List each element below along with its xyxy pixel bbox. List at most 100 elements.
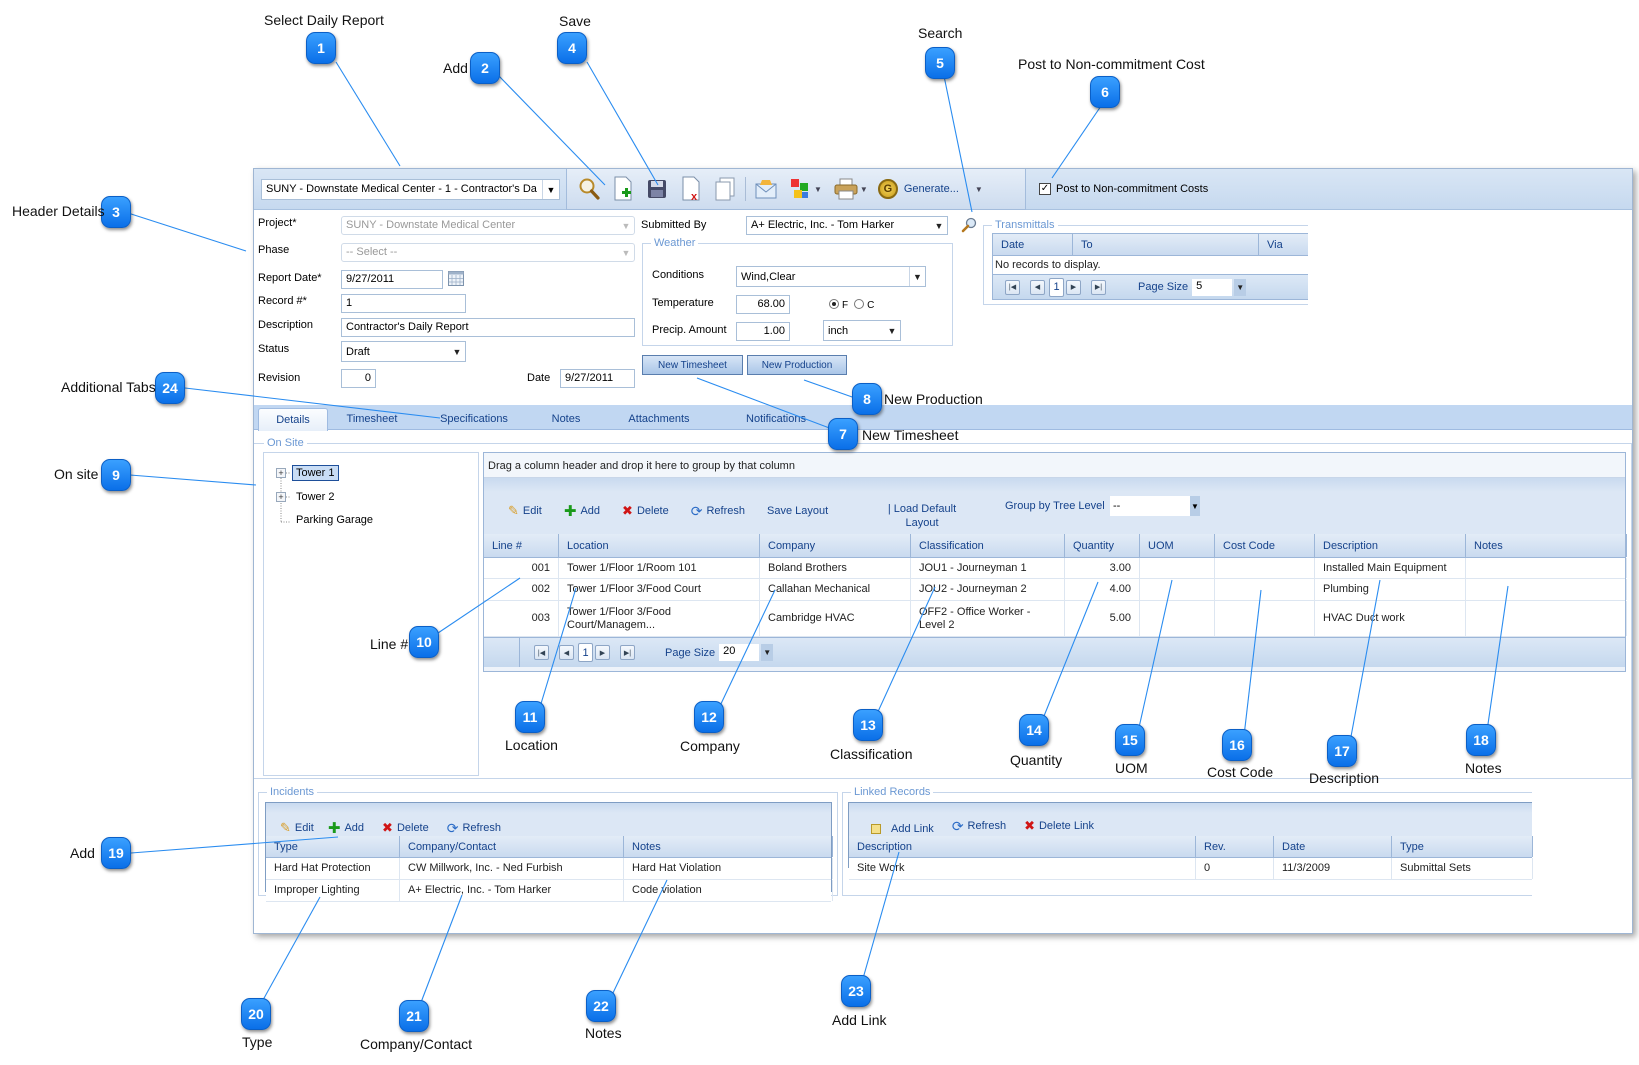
last-page-icon[interactable]: ▶| (1091, 279, 1106, 295)
add-button[interactable]: ✚ Add (564, 502, 600, 520)
generate-button[interactable]: G Generate... ▼ (877, 179, 993, 199)
column-header-location[interactable]: Location (559, 534, 760, 557)
column-header-date[interactable]: Date (993, 234, 1073, 255)
workflow-icon[interactable] (786, 175, 814, 203)
table-row[interactable]: Improper Lighting A+ Electric, Inc. - Tom… (266, 880, 833, 902)
date-input[interactable]: 9/27/2011 (560, 369, 635, 388)
tree-node-tower-1[interactable]: + Tower 1 (276, 465, 339, 481)
print-icon[interactable] (832, 175, 860, 203)
add-link-button[interactable]: Add Link (871, 823, 934, 835)
tree-node-parking-garage[interactable]: Parking Garage (296, 514, 373, 526)
incident-add-button[interactable]: ✚ Add (328, 819, 364, 837)
chevron-down-icon[interactable]: ▼ (931, 217, 947, 234)
radio-celsius[interactable] (854, 299, 865, 309)
first-page-icon[interactable]: |◀ (534, 645, 549, 660)
incident-refresh-button[interactable]: ⟳ Refresh (447, 820, 501, 837)
tree-node-label[interactable]: Parking Garage (296, 514, 373, 526)
page-size-select[interactable]: 5 ▼ (1192, 278, 1247, 296)
tab-details[interactable]: Details (258, 408, 328, 431)
column-header-notes[interactable]: Notes (1466, 534, 1627, 557)
temperature-input[interactable]: 68.00 (736, 295, 790, 314)
table-row[interactable]: 003 Tower 1/Floor 3/Food Court/Managem...… (484, 601, 1627, 637)
save-layout-button[interactable]: Save Layout (767, 505, 828, 517)
new-production-button[interactable]: New Production (747, 355, 847, 375)
tab-timesheet[interactable]: Timesheet (332, 408, 412, 430)
column-header-via[interactable]: Via (1259, 234, 1309, 255)
incident-edit-button[interactable]: ✎ Edit (280, 820, 314, 836)
delete-button[interactable]: ✖ Delete (622, 503, 669, 519)
column-header-uom[interactable]: UOM (1140, 534, 1215, 557)
last-page-icon[interactable]: ▶| (620, 645, 635, 660)
table-row[interactable]: 002 Tower 1/Floor 3/Food Court Callahan Me… (484, 579, 1627, 601)
column-header-line[interactable]: Line # (484, 534, 559, 557)
tree-node-label[interactable]: Tower 2 (292, 490, 339, 504)
expand-icon[interactable]: + (276, 492, 286, 502)
column-header-company-contact[interactable]: Company/Contact (400, 836, 624, 857)
chevron-down-icon[interactable]: ▼ (1234, 278, 1247, 296)
search-icon[interactable] (575, 175, 603, 203)
tab-specifications[interactable]: Specifications (419, 408, 529, 430)
incident-delete-button[interactable]: ✖ Delete (382, 820, 429, 836)
radio-fahrenheit[interactable] (829, 299, 839, 309)
page-number[interactable]: 1 (1049, 277, 1064, 297)
tab-notifications[interactable]: Notifications (716, 408, 836, 430)
report-date-input[interactable]: 9/27/2011 (341, 270, 443, 289)
column-header-notes[interactable]: Notes (624, 836, 833, 857)
edit-button[interactable]: ✎ Edit (508, 503, 542, 519)
table-row[interactable]: Hard Hat Protection CW Millwork, Inc. - N… (266, 858, 833, 880)
load-default-layout-button[interactable]: | Load Default Layout (877, 502, 967, 530)
chevron-down-icon[interactable]: ▼ (618, 244, 634, 261)
description-input[interactable]: Contractor's Daily Report (341, 318, 635, 337)
table-row[interactable]: Site Work 0 11/3/2009 Submittal Sets (849, 858, 1533, 880)
group-by-drop-zone[interactable]: Drag a column header and drop it here to… (484, 453, 1625, 478)
page-size-select[interactable]: 20 ▼ (719, 644, 774, 661)
chevron-down-icon[interactable]: ▼ (1190, 496, 1200, 516)
precip-unit-select[interactable]: inch ▼ (823, 320, 901, 341)
table-row[interactable]: 001 Tower 1/Floor 1/Room 101 Boland Brothe… (484, 558, 1627, 579)
chevron-down-icon[interactable]: ▼ (909, 267, 925, 286)
page-number[interactable]: 1 (578, 643, 593, 662)
column-header-rev[interactable]: Rev. (1196, 836, 1274, 857)
tab-notes[interactable]: Notes (533, 408, 599, 430)
record-number-input[interactable]: 1 (341, 294, 466, 313)
save-icon[interactable] (643, 175, 671, 203)
new-timesheet-button[interactable]: New Timesheet (642, 355, 743, 375)
chevron-down-icon[interactable]: ▼ (542, 180, 559, 199)
workflow-dropdown-caret[interactable]: ▼ (814, 185, 822, 194)
tree-node-tower-2[interactable]: + Tower 2 (276, 490, 339, 504)
daily-report-select[interactable]: SUNY - Downstate Medical Center - 1 - Co… (261, 179, 560, 200)
column-header-quantity[interactable]: Quantity (1065, 534, 1140, 557)
post-non-commitment-checkbox[interactable]: ✓ Post to Non-commitment Costs (1039, 183, 1208, 195)
print-dropdown-caret[interactable]: ▼ (860, 185, 868, 194)
expand-icon[interactable]: + (276, 468, 286, 478)
column-header-to[interactable]: To (1073, 234, 1259, 255)
tab-attachments[interactable]: Attachments (604, 408, 714, 430)
conditions-select[interactable]: Wind,Clear ▼ (736, 266, 926, 287)
search-contact-icon[interactable] (961, 217, 977, 233)
column-header-company[interactable]: Company (760, 534, 911, 557)
delete-link-button[interactable]: ✖ Delete Link (1024, 818, 1094, 834)
column-header-classification[interactable]: Classification (911, 534, 1065, 557)
column-header-description[interactable]: Description (1315, 534, 1466, 557)
tree-node-label[interactable]: Tower 1 (292, 465, 339, 481)
generate-dropdown-caret[interactable]: ▼ (975, 185, 983, 194)
column-header-date[interactable]: Date (1274, 836, 1392, 857)
delete-document-icon[interactable]: x (677, 175, 705, 203)
linked-refresh-button[interactable]: ⟳ Refresh (952, 818, 1006, 835)
email-icon[interactable] (752, 175, 780, 203)
precip-amount-input[interactable]: 1.00 (736, 322, 790, 341)
column-header-type[interactable]: Type (1392, 836, 1533, 857)
first-page-icon[interactable]: |◀ (1005, 279, 1020, 295)
calendar-icon[interactable] (448, 271, 464, 286)
prev-page-icon[interactable]: ◀ (1030, 279, 1045, 295)
revision-input[interactable]: 0 (341, 369, 376, 388)
chevron-down-icon[interactable]: ▼ (884, 321, 900, 340)
submitted-by-select[interactable]: A+ Electric, Inc. - Tom Harker ▼ (746, 216, 948, 235)
copy-icon[interactable] (711, 175, 739, 203)
group-by-tree-level-select[interactable]: -- ▼ (1110, 496, 1200, 516)
next-page-icon[interactable]: ▶ (595, 645, 610, 660)
column-header-cost-code[interactable]: Cost Code (1215, 534, 1315, 557)
phase-select[interactable]: -- Select -- ▼ (341, 243, 635, 262)
checkbox-checked-icon[interactable]: ✓ (1039, 183, 1051, 195)
next-page-icon[interactable]: ▶ (1066, 279, 1081, 295)
